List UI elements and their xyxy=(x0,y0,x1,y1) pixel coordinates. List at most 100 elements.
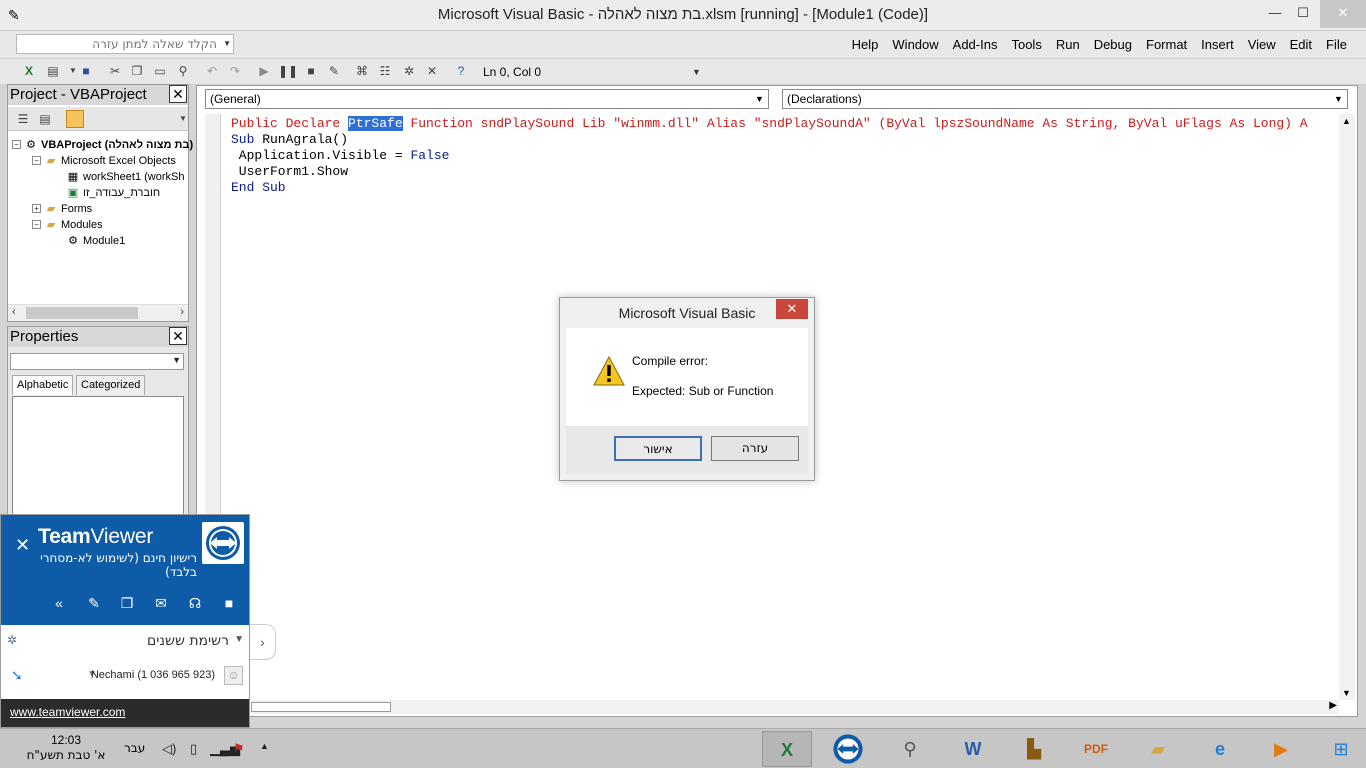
media-icon[interactable]: ▶ xyxy=(1256,731,1306,767)
collapse-icon[interactable]: − xyxy=(32,156,41,165)
start-tile-icon[interactable]: ⊞ xyxy=(1316,731,1366,767)
expand-panel-button[interactable]: › xyxy=(250,624,276,660)
file-explorer-icon[interactable]: ▰ xyxy=(1133,731,1183,767)
horizontal-scrollbar[interactable]: ‹ › xyxy=(8,304,188,321)
ask-question-box[interactable]: ▼ xyxy=(16,34,234,54)
gear-icon[interactable]: ✲ xyxy=(7,633,17,647)
excel-icon[interactable]: X xyxy=(762,731,812,767)
menu-window[interactable]: Window xyxy=(885,37,945,52)
code-line-2[interactable]: Sub RunAgrala() xyxy=(231,132,1337,148)
tab-alphabetic[interactable]: Alphabetic xyxy=(12,375,74,395)
procedure-combo[interactable]: (Declarations) ▼ xyxy=(782,89,1348,109)
find-icon[interactable]: ⚲ xyxy=(174,62,192,80)
video-icon[interactable]: ■ xyxy=(219,594,239,612)
horizontal-scrollbar[interactable]: ▶ xyxy=(251,700,1339,714)
project-explorer-icon[interactable]: ⌘ xyxy=(353,62,371,80)
menu-view[interactable]: View xyxy=(1241,37,1283,52)
internet-explorer-icon[interactable]: e xyxy=(1195,731,1245,767)
scroll-down-icon[interactable]: ▼ xyxy=(1342,688,1351,698)
minimize-button[interactable]: — xyxy=(1262,0,1288,28)
magnifier-icon[interactable]: ⚲ xyxy=(885,731,935,767)
chevron-down-icon[interactable]: ▼ xyxy=(1331,91,1346,107)
pdf-icon[interactable]: PDF xyxy=(1071,731,1121,767)
chevron-down-icon[interactable]: ▼ xyxy=(223,39,231,48)
headset-icon[interactable]: ☊ xyxy=(185,594,205,612)
code-line-4[interactable]: UserForm1.Show xyxy=(231,164,1337,180)
files-icon[interactable]: ❐ xyxy=(117,594,137,612)
toggle-folders-icon[interactable] xyxy=(66,110,84,128)
tree-sheet1[interactable]: ▦ workSheet1 (workSh xyxy=(66,169,185,185)
properties-grid[interactable] xyxy=(12,396,184,516)
collapse-icon[interactable]: « xyxy=(49,594,69,612)
paste-icon[interactable]: ▭ xyxy=(151,62,169,80)
tree-modules[interactable]: − ▰ Modules xyxy=(32,217,103,233)
show-hidden-icons[interactable]: ▲ xyxy=(260,741,269,751)
code-line-3[interactable]: Application.Visible = False xyxy=(231,148,1337,164)
object-select[interactable]: ▼ xyxy=(10,353,184,370)
break-icon[interactable]: ❚❚ xyxy=(278,62,298,80)
redo-icon[interactable]: ↷ xyxy=(226,62,244,80)
scroll-right-icon[interactable]: ▶ xyxy=(1329,700,1337,711)
language-indicator[interactable]: עבר xyxy=(124,741,145,755)
action-center-icon[interactable]: ⚑ xyxy=(233,741,245,757)
menu-file[interactable]: File xyxy=(1319,37,1354,52)
teamviewer-link[interactable]: www.teamviewer.com xyxy=(10,705,125,719)
object-browser-icon[interactable]: ✲ xyxy=(400,62,418,80)
object-combo[interactable]: (General) ▼ xyxy=(205,89,769,109)
word-icon[interactable]: W xyxy=(948,731,998,767)
collapse-icon[interactable]: − xyxy=(12,140,21,149)
chevron-down-icon[interactable]: ▼ xyxy=(752,91,767,107)
insert-userform-icon[interactable]: ▤ xyxy=(44,62,62,80)
cut-icon[interactable]: ✂ xyxy=(106,62,124,80)
help-button[interactable]: עזרה xyxy=(711,436,799,461)
copy-icon[interactable]: ❐ xyxy=(128,62,146,80)
collapse-icon[interactable]: − xyxy=(32,220,41,229)
menu-insert[interactable]: Insert xyxy=(1194,37,1241,52)
close-icon[interactable]: ✕ xyxy=(169,85,187,103)
vertical-scrollbar[interactable]: ▲ ▼ xyxy=(1339,114,1355,700)
chevron-down-icon[interactable]: ▼ xyxy=(174,110,192,128)
scroll-up-icon[interactable]: ▲ xyxy=(1342,116,1351,126)
chevron-down-icon[interactable]: ▼ xyxy=(172,355,181,365)
design-mode-icon[interactable]: ✎ xyxy=(325,62,343,80)
view-object-icon[interactable]: ▤ xyxy=(36,110,54,128)
run-icon[interactable]: ▶ xyxy=(255,62,273,80)
menu-format[interactable]: Format xyxy=(1139,37,1194,52)
tree-root[interactable]: − ⚙ VBAProject (בת מצוה לאהלה) xyxy=(12,137,193,153)
scroll-left-icon[interactable]: ‹ xyxy=(12,306,16,318)
maximize-button[interactable]: ☐ xyxy=(1290,0,1316,28)
properties-icon[interactable]: ☷ xyxy=(376,62,394,80)
toolbar-options-icon[interactable]: ▼ xyxy=(692,67,701,77)
scroll-thumb[interactable] xyxy=(251,702,391,712)
book-icon[interactable]: ▙ xyxy=(1009,731,1059,767)
help-icon[interactable]: ? xyxy=(452,62,470,80)
menu-run[interactable]: Run xyxy=(1049,37,1087,52)
tree-forms[interactable]: + ▰ Forms xyxy=(32,201,92,217)
close-icon[interactable]: ✕ xyxy=(15,535,30,556)
scroll-right-icon[interactable]: › xyxy=(180,306,184,318)
toolbox-icon[interactable]: ✕ xyxy=(423,62,441,80)
brush-icon[interactable]: ✎ xyxy=(84,594,104,612)
chevron-down-icon[interactable]: ▼ xyxy=(234,634,244,645)
menu-debug[interactable]: Debug xyxy=(1087,37,1139,52)
menu-edit[interactable]: Edit xyxy=(1283,37,1319,52)
volume-icon[interactable]: ◁) xyxy=(162,741,176,757)
save-icon[interactable]: ■ xyxy=(77,62,95,80)
view-code-icon[interactable]: ☰ xyxy=(14,110,32,128)
undo-icon[interactable]: ↶ xyxy=(203,62,221,80)
code-line-1[interactable]: Public Declare PtrSafe Function sndPlayS… xyxy=(231,116,1337,132)
expand-icon[interactable]: + xyxy=(32,204,41,213)
clock[interactable]: 12:03 א' טבת תשע"ח xyxy=(0,733,132,763)
tree-module1[interactable]: ⚙ Module1 xyxy=(66,233,125,249)
ok-button[interactable]: אישור xyxy=(614,436,702,461)
close-button[interactable]: ✕ xyxy=(1320,0,1366,28)
excel-icon[interactable]: X xyxy=(20,62,38,80)
chat-icon[interactable]: ✉ xyxy=(151,594,171,612)
ask-question-input[interactable] xyxy=(21,37,217,51)
reset-icon[interactable]: ■ xyxy=(302,62,320,80)
menu-help[interactable]: Help xyxy=(845,37,886,52)
code-line-5[interactable]: End Sub xyxy=(231,180,1337,196)
menu-tools[interactable]: Tools xyxy=(1004,37,1048,52)
scroll-thumb[interactable] xyxy=(26,307,138,319)
close-icon[interactable]: ✕ xyxy=(169,327,187,345)
